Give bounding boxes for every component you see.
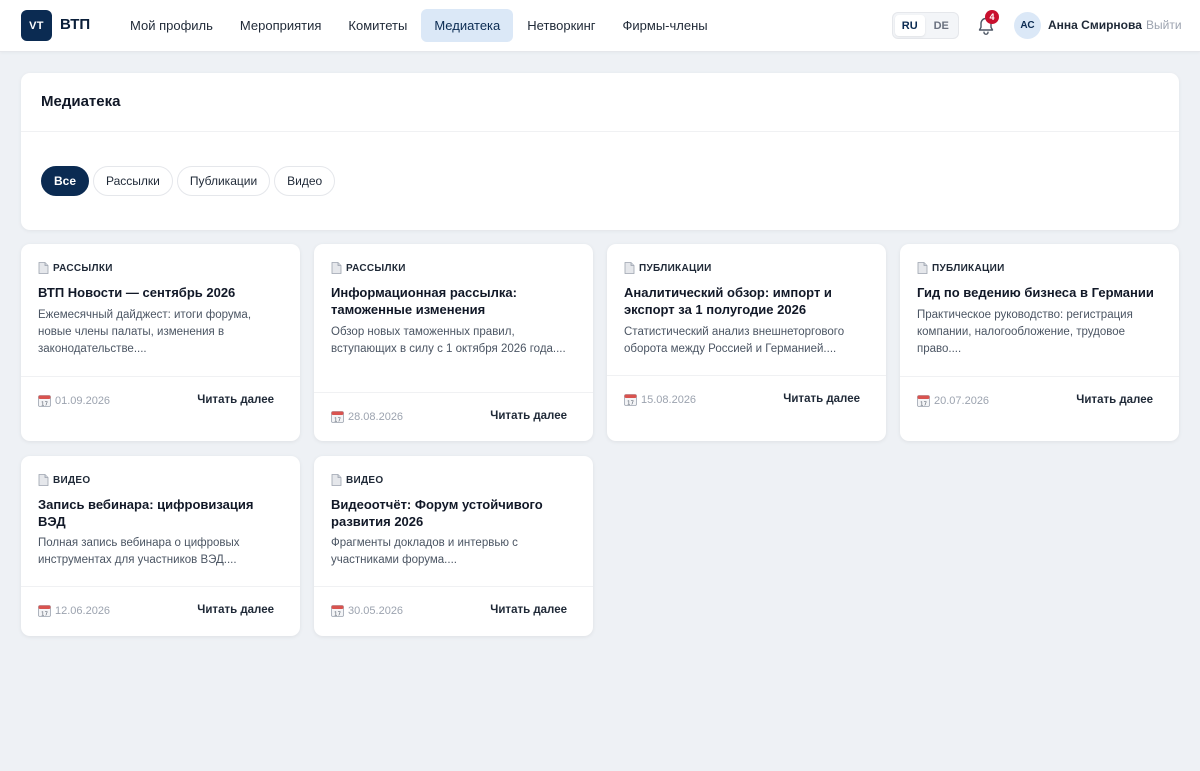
calendar-icon: 17 xyxy=(624,394,637,406)
card-date-value: 20.07.2026 xyxy=(934,394,990,407)
nav-item-member-firms[interactable]: Фирмы-члены xyxy=(610,9,721,42)
read-more-link[interactable]: Читать далее xyxy=(490,410,567,422)
user-name[interactable]: Анна Смирнова xyxy=(1048,18,1142,32)
notifications-count-badge: 4 xyxy=(985,10,999,24)
svg-text:17: 17 xyxy=(334,417,341,423)
main-nav: Мой профиль Мероприятия Комитеты Медиате… xyxy=(117,9,721,42)
calendar-icon: 17 xyxy=(331,605,344,617)
card-title[interactable]: ВТП Новости — сентябрь 2026 xyxy=(38,284,283,301)
logo-name[interactable]: ВТП xyxy=(60,16,90,33)
card-description: Полная запись вебинара о цифровых инстру… xyxy=(38,537,240,566)
language-de-button[interactable]: DE xyxy=(927,15,957,36)
card-title[interactable]: Аналитический обзор: импорт и экспорт за… xyxy=(624,284,869,318)
media-card[interactable]: ВИДЕО Запись вебинара: цифровизация ВЭД … xyxy=(21,456,300,636)
card-category: ПУБЛИКАЦИИ xyxy=(917,262,1005,274)
media-card[interactable]: ПУБЛИКАЦИИ Гид по ведению бизнеса в Герм… xyxy=(900,244,1179,441)
nav-item-profile[interactable]: Мой профиль xyxy=(117,9,226,42)
card-date: 17 12.06.2026 xyxy=(38,604,110,617)
language-ru-button[interactable]: RU xyxy=(895,15,925,36)
avatar[interactable]: АС xyxy=(1014,12,1041,39)
filter-publications[interactable]: Публикации xyxy=(176,166,271,196)
top-navigation-bar: VT ВТП Мой профиль Мероприятия Комитеты … xyxy=(0,0,1200,52)
document-icon xyxy=(917,262,928,274)
nav-item-media-library[interactable]: Медиатека xyxy=(421,9,514,42)
card-description: Фрагменты докладов и интервью с участник… xyxy=(331,537,518,566)
card-description: Практическое руководство: регистрация ко… xyxy=(917,309,1133,355)
document-icon xyxy=(331,474,342,486)
card-category: ВИДЕО xyxy=(331,474,383,486)
filter-all[interactable]: Все xyxy=(41,166,90,196)
card-title[interactable]: Гид по ведению бизнеса в Германии xyxy=(917,284,1162,301)
nav-item-events[interactable]: Мероприятия xyxy=(227,9,335,42)
card-category: ПУБЛИКАЦИИ xyxy=(624,262,712,274)
read-more-link[interactable]: Читать далее xyxy=(490,604,567,616)
logo-badge[interactable]: VT xyxy=(21,10,52,41)
filter-newsletters[interactable]: Рассылки xyxy=(93,166,173,196)
card-category: ВИДЕО xyxy=(38,474,90,486)
media-card[interactable]: ВИДЕО Видеоотчёт: Форум устойчивого разв… xyxy=(314,456,593,636)
card-description: Обзор новых таможенных правил, вступающи… xyxy=(331,326,566,355)
divider xyxy=(21,586,300,587)
document-icon xyxy=(38,262,49,274)
calendar-icon: 17 xyxy=(917,395,930,407)
logout-link[interactable]: Выйти xyxy=(1146,18,1182,32)
card-title[interactable]: Видеоотчёт: Форум устойчивого развития 2… xyxy=(331,496,576,530)
card-date: 17 28.08.2026 xyxy=(331,410,403,423)
language-switcher: RU DE xyxy=(892,12,959,39)
divider xyxy=(21,376,300,377)
card-category-label: ВИДЕО xyxy=(346,474,384,486)
card-date-value: 15.08.2026 xyxy=(641,393,697,406)
read-more-link[interactable]: Читать далее xyxy=(783,393,860,405)
card-category-label: ПУБЛИКАЦИИ xyxy=(639,262,712,274)
document-icon xyxy=(38,474,49,486)
filter-video[interactable]: Видео xyxy=(274,166,336,196)
media-card[interactable]: РАССЫЛКИ Информационная рассылка: таможе… xyxy=(314,244,593,441)
document-icon xyxy=(331,262,342,274)
svg-text:17: 17 xyxy=(41,611,48,617)
card-description: Статистический анализ внешнеторгового об… xyxy=(624,326,845,355)
divider xyxy=(314,586,593,587)
svg-text:17: 17 xyxy=(41,401,48,407)
notifications-button[interactable]: 4 xyxy=(977,10,999,36)
card-title[interactable]: Запись вебинара: цифровизация ВЭД xyxy=(38,496,283,530)
card-date: 17 20.07.2026 xyxy=(917,394,989,407)
card-date: 17 15.08.2026 xyxy=(624,393,696,406)
calendar-icon: 17 xyxy=(331,411,344,423)
card-date-value: 30.05.2026 xyxy=(348,604,404,617)
media-card[interactable]: РАССЫЛКИ ВТП Новости — сентябрь 2026 Еже… xyxy=(21,244,300,441)
card-date-value: 12.06.2026 xyxy=(55,604,111,617)
media-card[interactable]: ПУБЛИКАЦИИ Аналитический обзор: импорт и… xyxy=(607,244,886,441)
document-icon xyxy=(624,262,635,274)
read-more-link[interactable]: Читать далее xyxy=(197,394,274,406)
card-category-label: ВИДЕО xyxy=(53,474,91,486)
filter-chips: Все Рассылки Публикации Видео xyxy=(41,166,336,196)
card-date-value: 01.09.2026 xyxy=(55,394,111,407)
nav-item-networking[interactable]: Нетворкинг xyxy=(514,9,608,42)
page-title: Медиатека xyxy=(41,93,121,110)
card-category: РАССЫЛКИ xyxy=(331,262,406,274)
divider xyxy=(900,376,1179,377)
divider xyxy=(21,131,1179,132)
read-more-link[interactable]: Читать далее xyxy=(1076,394,1153,406)
svg-text:17: 17 xyxy=(334,611,341,617)
nav-item-committees[interactable]: Комитеты xyxy=(335,9,420,42)
divider xyxy=(607,375,886,376)
divider xyxy=(314,392,593,393)
card-category-label: ПУБЛИКАЦИИ xyxy=(932,262,1005,274)
read-more-link[interactable]: Читать далее xyxy=(197,604,274,616)
card-date-value: 28.08.2026 xyxy=(348,410,404,423)
svg-text:17: 17 xyxy=(920,401,927,407)
card-category: РАССЫЛКИ xyxy=(38,262,113,274)
svg-text:17: 17 xyxy=(627,400,634,406)
card-title[interactable]: Информационная рассылка: таможенные изме… xyxy=(331,284,576,318)
card-description: Ежемесячный дайджест: итоги форума, новы… xyxy=(38,309,252,355)
media-library-panel: Медиатека Все Рассылки Публикации Видео xyxy=(21,73,1179,230)
card-category-label: РАССЫЛКИ xyxy=(346,262,406,274)
calendar-icon: 17 xyxy=(38,605,51,617)
card-date: 17 30.05.2026 xyxy=(331,604,403,617)
card-date: 17 01.09.2026 xyxy=(38,394,110,407)
card-category-label: РАССЫЛКИ xyxy=(53,262,113,274)
calendar-icon: 17 xyxy=(38,395,51,407)
